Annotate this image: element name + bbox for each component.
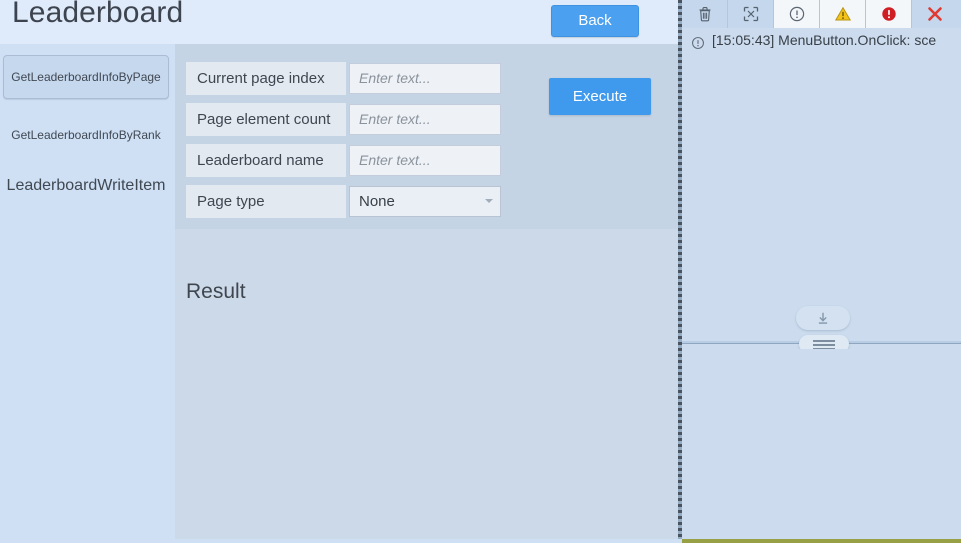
input-placeholder: Enter text... [359,70,431,86]
app-header: Leaderboard Back [0,0,680,44]
sidebar-item-getleaderboardinfobypage[interactable]: GetLeaderboardInfoByPage [3,55,169,99]
execute-button[interactable]: Execute [549,78,651,115]
console-toolbar [682,0,961,28]
result-title: Result [186,280,246,303]
warning-triangle-icon [834,6,851,21]
info-circle-icon [789,6,804,22]
current-page-index-input[interactable]: Enter text... [349,63,501,94]
sidebar-item-label: LeaderboardWriteItem [6,177,166,194]
page-type-select[interactable]: None [349,186,501,217]
field-label: Page type [186,185,346,218]
sidebar-item-getleaderboardinfobyrank[interactable]: GetLeaderboardInfoByRank [3,123,169,147]
scroll-to-bottom-button[interactable] [796,306,850,330]
grip-line [813,344,835,346]
page-element-count-input[interactable]: Enter text... [349,104,501,135]
error-circle-icon [881,7,896,21]
page-title: Leaderboard [12,0,184,29]
collapse-icon [743,6,758,22]
clear-console-button[interactable] [682,0,728,28]
grip-line [813,340,835,342]
bottom-strip-left [0,539,682,543]
field-label: Page element count [186,103,346,136]
form-row-leaderboard-name: Leaderboard name Enter text... [186,144,514,177]
content-area: Current page index Enter text... Page el… [175,44,680,543]
result-section: Result [175,229,680,543]
horizontal-splitter[interactable] [682,335,961,353]
field-label: Leaderboard name [186,144,346,177]
toggle-info-button[interactable] [774,0,820,28]
info-circle-icon [691,33,705,52]
parameter-form: Current page index Enter text... Page el… [175,44,680,229]
chevron-down-icon [485,199,493,203]
input-placeholder: Enter text... [359,111,431,127]
toggle-errors-button[interactable] [866,0,912,28]
input-placeholder: Enter text... [359,152,431,168]
toggle-warnings-button[interactable] [820,0,866,28]
sidebar-item-label: GetLeaderboardInfoByPage [11,70,161,84]
close-console-button[interactable] [912,0,958,28]
console-panel: [15:05:43] MenuButton.OnClick: sce [682,0,961,543]
collapse-console-button[interactable] [728,0,774,28]
sidebar: GetLeaderboardInfoByPage GetLeaderboardI… [0,44,175,543]
trash-icon [699,7,710,22]
app-window: Leaderboard Back GetLeaderboardInfoByPag… [0,0,961,543]
sidebar-item-label: GetLeaderboardInfoByRank [11,128,161,142]
leaderboard-name-input[interactable]: Enter text... [349,145,501,176]
select-value: None [359,193,395,210]
sidebar-item-leaderboardwriteitem[interactable]: LeaderboardWriteItem [3,173,169,199]
close-icon [928,7,942,21]
leaderboard-app: Leaderboard Back GetLeaderboardInfoByPag… [0,0,680,543]
console-detail-pane[interactable] [682,349,961,543]
form-row-current-page-index: Current page index Enter text... [186,62,514,95]
form-row-page-element-count: Page element count Enter text... [186,103,514,136]
log-entry-text: [15:05:43] MenuButton.OnClick: sce [712,32,937,48]
bottom-status-strip [0,539,961,543]
back-button[interactable]: Back [551,5,639,37]
log-entry[interactable]: [15:05:43] MenuButton.OnClick: sce [682,28,961,52]
form-row-page-type: Page type None [186,185,514,218]
download-arrow-icon [818,312,828,324]
console-log-list[interactable]: [15:05:43] MenuButton.OnClick: sce [682,28,961,339]
field-label: Current page index [186,62,346,95]
